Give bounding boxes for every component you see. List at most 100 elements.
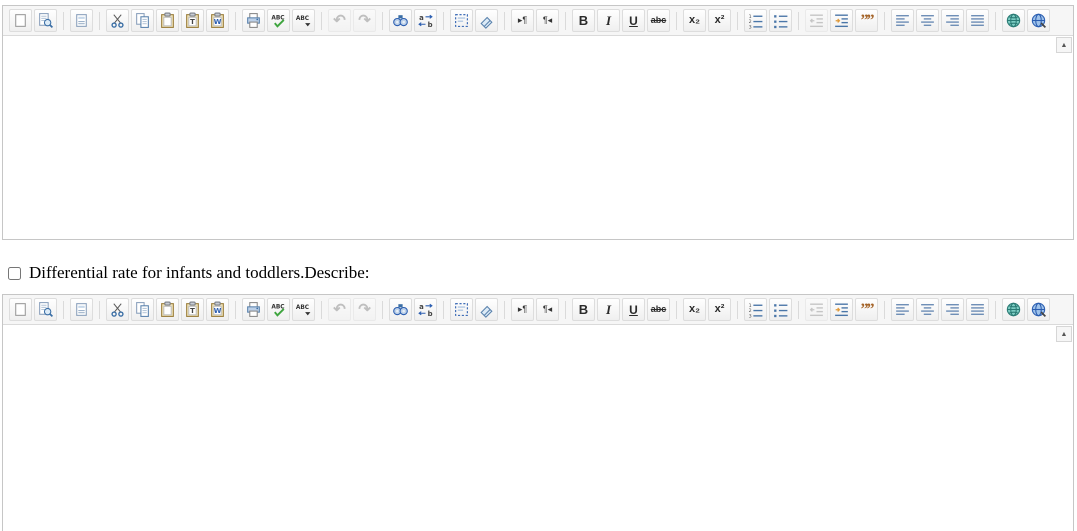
spell-check-toggle-button[interactable]: ABC: [292, 9, 315, 32]
numbered-list-icon: 123: [747, 301, 764, 318]
new-page-button[interactable]: [9, 9, 32, 32]
italic-button[interactable]: I: [597, 9, 620, 32]
align-center-icon: [919, 12, 936, 29]
superscript-button[interactable]: x²: [708, 298, 731, 321]
svg-text:W: W: [214, 307, 222, 315]
link-button[interactable]: [1002, 298, 1025, 321]
select-all-button[interactable]: [450, 298, 473, 321]
unlink-button[interactable]: [1027, 9, 1050, 32]
bold-button[interactable]: B: [572, 9, 595, 32]
align-justify-button[interactable]: [966, 298, 989, 321]
spell-check-toggle-icon: ABC: [295, 301, 312, 318]
italic-button[interactable]: I: [597, 298, 620, 321]
svg-text:b: b: [428, 310, 433, 318]
paste-text-button[interactable]: T: [181, 298, 204, 321]
find-button[interactable]: [389, 9, 412, 32]
indent-button[interactable]: [830, 9, 853, 32]
spell-check-button[interactable]: ABC: [267, 298, 290, 321]
toolbar-separator: [235, 12, 236, 30]
align-left-button[interactable]: [891, 9, 914, 32]
replace-button[interactable]: ab: [414, 9, 437, 32]
underline-button[interactable]: U: [622, 298, 645, 321]
toolbar-separator: [382, 301, 383, 319]
text-direction-rtl-button[interactable]: ¶◂: [536, 9, 559, 32]
toolbar-group-undo-redo: ↶↷: [327, 298, 377, 321]
find-button[interactable]: [389, 298, 412, 321]
outdent-button: [805, 9, 828, 32]
paste-text-button[interactable]: T: [181, 9, 204, 32]
toolbar-group-basic-styles: BIUabc: [571, 298, 671, 321]
preview-button[interactable]: [34, 298, 57, 321]
remove-format-button[interactable]: [475, 298, 498, 321]
toolbar-group-clipboard: TW: [105, 9, 230, 32]
svg-text:ABC: ABC: [296, 16, 309, 22]
toolbar-group-direction: ▸¶ ¶◂: [510, 9, 560, 32]
paste-button[interactable]: [156, 9, 179, 32]
align-center-button[interactable]: [916, 298, 939, 321]
align-right-button[interactable]: [941, 298, 964, 321]
cut-button[interactable]: [106, 9, 129, 32]
new-page-button[interactable]: [9, 298, 32, 321]
align-justify-button[interactable]: [966, 9, 989, 32]
find-icon: [392, 12, 409, 29]
blockquote-button[interactable]: ””: [855, 9, 878, 32]
bold-icon: B: [575, 301, 592, 318]
scroll-up-button[interactable]: ▲: [1056, 37, 1072, 53]
replace-button[interactable]: ab: [414, 298, 437, 321]
text-direction-ltr-icon: ▸¶: [514, 12, 531, 29]
bulleted-list-button[interactable]: [769, 298, 792, 321]
numbered-list-button[interactable]: 123: [744, 298, 767, 321]
paste-word-icon: W: [209, 12, 226, 29]
align-left-button[interactable]: [891, 298, 914, 321]
templates-button[interactable]: [70, 9, 93, 32]
toolbar-group-script: x₂x²: [682, 9, 732, 32]
preview-button[interactable]: [34, 9, 57, 32]
remove-format-button[interactable]: [475, 9, 498, 32]
bulleted-list-button[interactable]: [769, 9, 792, 32]
spell-check-toggle-button[interactable]: ABC: [292, 298, 315, 321]
select-all-button[interactable]: [450, 9, 473, 32]
print-button[interactable]: [242, 9, 265, 32]
paste-word-button[interactable]: W: [206, 298, 229, 321]
copy-icon: [134, 301, 151, 318]
indent-icon: [833, 301, 850, 318]
strikethrough-button[interactable]: abc: [647, 298, 670, 321]
editing-area[interactable]: ▲: [3, 324, 1073, 531]
print-button[interactable]: [242, 298, 265, 321]
templates-button[interactable]: [70, 298, 93, 321]
numbered-list-button[interactable]: 123: [744, 9, 767, 32]
svg-text:2: 2: [749, 308, 752, 314]
differential-rate-checkbox[interactable]: [8, 267, 21, 280]
subscript-button[interactable]: x₂: [683, 9, 706, 32]
underline-button[interactable]: U: [622, 9, 645, 32]
spell-check-button[interactable]: ABC: [267, 9, 290, 32]
unlink-button[interactable]: [1027, 298, 1050, 321]
align-center-button[interactable]: [916, 9, 939, 32]
indent-button[interactable]: [830, 298, 853, 321]
text-direction-ltr-button[interactable]: ▸¶: [511, 9, 534, 32]
toolbar-separator: [737, 301, 738, 319]
strikethrough-button[interactable]: abc: [647, 9, 670, 32]
text-direction-ltr-button[interactable]: ▸¶: [511, 298, 534, 321]
editing-area[interactable]: ▲: [3, 35, 1073, 239]
paste-button[interactable]: [156, 298, 179, 321]
align-right-button[interactable]: [941, 9, 964, 32]
toolbar-group-alignment: [890, 9, 990, 32]
bold-button[interactable]: B: [572, 298, 595, 321]
cut-button[interactable]: [106, 298, 129, 321]
subscript-icon: x₂: [686, 301, 703, 318]
text-direction-rtl-button[interactable]: ¶◂: [536, 298, 559, 321]
paste-icon: [159, 301, 176, 318]
toolbar-group-lists: 123: [743, 298, 793, 321]
link-button[interactable]: [1002, 9, 1025, 32]
paste-word-button[interactable]: W: [206, 9, 229, 32]
paste-icon: [159, 12, 176, 29]
superscript-button[interactable]: x²: [708, 9, 731, 32]
copy-button[interactable]: [131, 9, 154, 32]
toolbar-separator: [321, 301, 322, 319]
toolbar-group-undo-redo: ↶↷: [327, 9, 377, 32]
blockquote-button[interactable]: ””: [855, 298, 878, 321]
copy-button[interactable]: [131, 298, 154, 321]
scroll-up-button[interactable]: ▲: [1056, 326, 1072, 342]
subscript-button[interactable]: x₂: [683, 298, 706, 321]
